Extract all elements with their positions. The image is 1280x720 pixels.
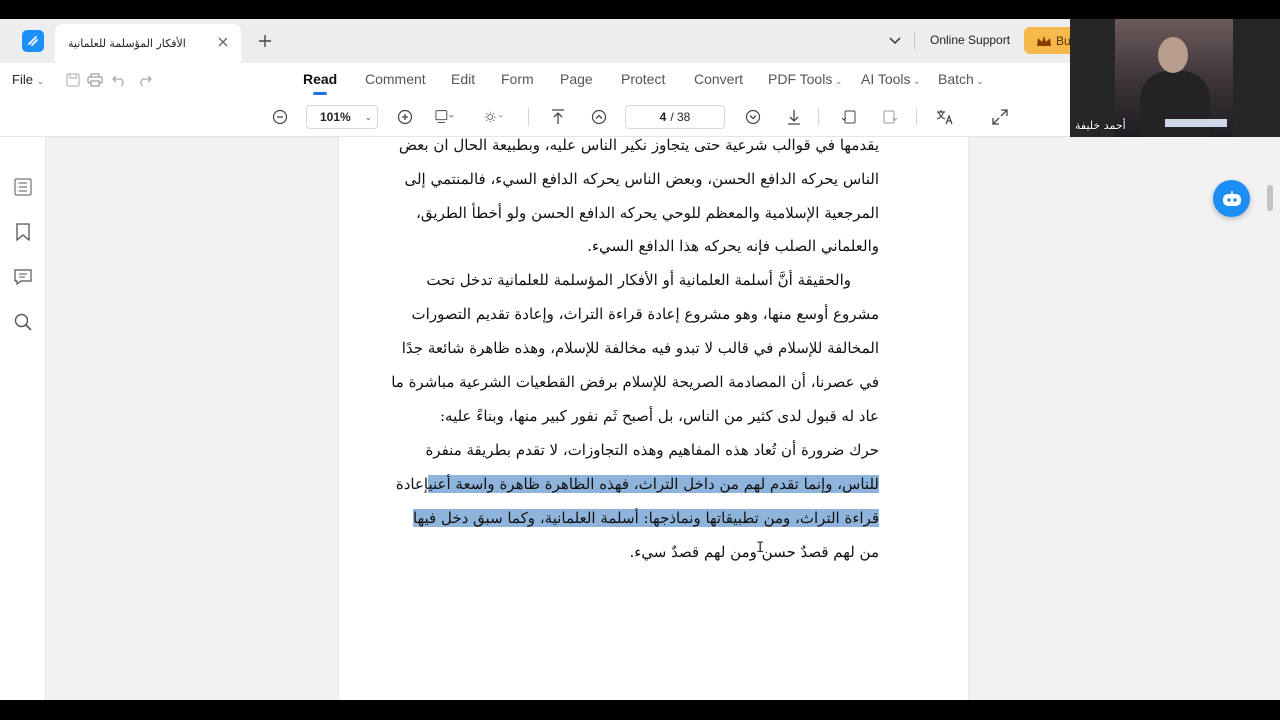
- text-line[interactable]: الناس يحركه الدافع الحسن، وبعض الناس يحر…: [404, 166, 879, 192]
- redo-icon[interactable]: [136, 71, 154, 89]
- text-line[interactable]: المرجعية الإسلامية والمعظم للوحي يحركه ا…: [416, 200, 879, 226]
- tab-pdf-tools[interactable]: PDF Tools ⌄: [768, 71, 842, 87]
- zoom-out-icon[interactable]: [270, 107, 290, 127]
- ai-assistant-button[interactable]: [1213, 180, 1250, 217]
- rotate-left-icon[interactable]: [839, 107, 859, 127]
- file-menu[interactable]: File ⌄: [12, 72, 44, 87]
- save-icon[interactable]: [64, 71, 82, 89]
- text-line-selected[interactable]: قراءة التراث، ومن تطبيقاتها ونماذجها: أس…: [413, 505, 879, 531]
- crown-icon: [1037, 35, 1051, 46]
- page-number-input[interactable]: 4 / 38: [625, 105, 725, 129]
- app-logo-icon[interactable]: [22, 30, 44, 52]
- thumbnails-icon[interactable]: [13, 177, 33, 197]
- close-icon[interactable]: [215, 34, 231, 50]
- add-tab-icon[interactable]: [256, 32, 274, 50]
- text-line[interactable]: عاد له قبول لدى كثير من الناس، بل أصبح ث…: [440, 403, 879, 429]
- tab-ai-tools-label: AI Tools: [861, 71, 911, 87]
- presenter-body: [1140, 71, 1210, 137]
- tab-pdf-tools-label: PDF Tools: [768, 71, 833, 87]
- zoom-level-select[interactable]: 101% ⌄: [306, 105, 378, 129]
- tab-batch-label: Batch: [938, 71, 974, 87]
- document-viewport[interactable]: يقدمها في قوالب شرعية حتى يتجاوز نكير ال…: [46, 137, 1280, 700]
- tab-convert[interactable]: Convert: [694, 71, 743, 87]
- first-page-icon[interactable]: [548, 107, 568, 127]
- document-tab[interactable]: الأفكار المؤسلمة للعلمانية: [55, 24, 241, 63]
- scrollbar-thumb[interactable]: [1267, 185, 1273, 211]
- chevron-down-icon[interactable]: [886, 32, 904, 50]
- rotate-right-icon[interactable]: [880, 107, 900, 127]
- text-line[interactable]: المخالفة للإسلام في قالب لا تبدو فيه مخا…: [402, 335, 879, 361]
- tab-batch[interactable]: Batch ⌄: [938, 71, 984, 87]
- previous-page-icon[interactable]: [589, 107, 609, 127]
- brightness-icon[interactable]: [484, 107, 504, 127]
- text-line[interactable]: يقدمها في قوالب شرعية حتى يتجاوز نكير ال…: [399, 137, 879, 158]
- presenter-name: أحمد خليفة: [1075, 119, 1126, 132]
- total-pages: / 38: [670, 110, 691, 124]
- comments-icon[interactable]: [13, 267, 33, 287]
- webcam-banner: [1165, 119, 1227, 127]
- presenter-head: [1158, 37, 1188, 73]
- text-line-partially-selected[interactable]: للناس، وإنما تقدم لهم من داخل التراث، فه…: [396, 471, 879, 497]
- left-sidebar: [0, 137, 46, 700]
- selected-text[interactable]: للناس، وإنما تقدم لهم من داخل التراث، فه…: [428, 475, 879, 493]
- toolbar-divider: [818, 108, 819, 126]
- document-tab-title: الأفكار المؤسلمة للعلمانية: [68, 37, 186, 50]
- tab-protect[interactable]: Protect: [621, 71, 665, 87]
- text-line[interactable]: من لهم قصدٌ حسن ومن لهم قصدٌ سيء.: [629, 539, 879, 565]
- tab-read[interactable]: Read: [303, 71, 337, 87]
- text-line[interactable]: والحقيقة أنَّ أسلمة العلمانية أو الأفكار…: [426, 267, 851, 293]
- tab-edit[interactable]: Edit: [451, 71, 475, 87]
- webcam-overlay: أحمد خليفة: [1070, 19, 1280, 137]
- text-cursor-icon: I: [756, 540, 765, 556]
- translate-icon[interactable]: [935, 107, 955, 127]
- page-view-icon[interactable]: [435, 107, 455, 127]
- text-line[interactable]: في عصرنا، أن المصادمة الصريحة للإسلام بر…: [391, 369, 879, 395]
- fullscreen-icon[interactable]: [990, 107, 1010, 127]
- text-line[interactable]: مشروع أوسع منها، وهو مشروع إعادة قراءة ا…: [412, 301, 879, 327]
- tab-comment[interactable]: Comment: [365, 71, 426, 87]
- zoom-in-icon[interactable]: [395, 107, 415, 127]
- tab-form[interactable]: Form: [501, 71, 534, 87]
- tab-page[interactable]: Page: [560, 71, 593, 87]
- titlebar-divider: [914, 32, 915, 50]
- zoom-level-value: 101%: [320, 110, 351, 124]
- text-fragment[interactable]: إعادة: [396, 475, 429, 493]
- online-support-link[interactable]: Online Support: [930, 33, 1010, 47]
- chevron-down-icon: ⌄: [364, 112, 372, 122]
- last-page-icon[interactable]: [784, 107, 804, 127]
- toolbar-divider: [528, 108, 529, 126]
- active-tab-indicator: [313, 92, 327, 95]
- next-page-icon[interactable]: [743, 107, 763, 127]
- webcam-video: [1115, 19, 1233, 137]
- selected-text[interactable]: قراءة التراث، ومن تطبيقاتها ونماذجها: أس…: [413, 509, 879, 527]
- undo-icon[interactable]: [110, 71, 128, 89]
- print-icon[interactable]: [86, 71, 104, 89]
- text-line[interactable]: حرك ضرورة أن تُعاد هذه المفاهيم وهذه الت…: [425, 437, 879, 463]
- toolbar-divider: [916, 108, 917, 126]
- text-line[interactable]: والعلماني الصلب فإنه يحركه هذا الدافع ال…: [587, 233, 879, 259]
- robot-icon: [1222, 190, 1241, 206]
- tab-ai-tools[interactable]: AI Tools ⌄: [861, 71, 921, 87]
- bookmark-icon[interactable]: [13, 222, 33, 242]
- search-icon[interactable]: [13, 312, 33, 332]
- pdf-page[interactable]: يقدمها في قوالب شرعية حتى يتجاوز نكير ال…: [339, 137, 968, 700]
- current-page: 4: [659, 110, 667, 124]
- file-menu-label: File: [12, 72, 33, 87]
- buy-button-label: Bu: [1056, 33, 1071, 48]
